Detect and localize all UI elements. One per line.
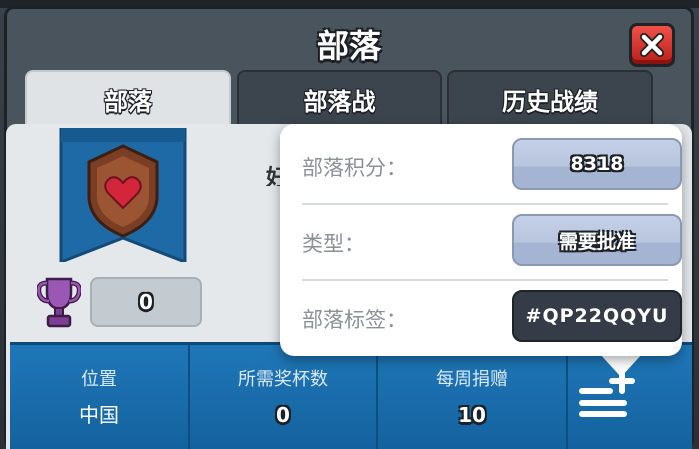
stat-location-value: 中国	[79, 403, 119, 427]
stat-required-trophies: 所需奖杯数 0	[190, 345, 378, 449]
stat-required-trophies-value: 0	[276, 403, 290, 427]
clan-tag-value: #QP22QQYU	[525, 305, 669, 327]
clan-details-popup: 部落积分： 8318 类型： 需要批准 部落标签： #QP22QQYU	[280, 124, 682, 356]
stat-weekly-donations: 每周捐赠 10	[378, 345, 568, 449]
stat-weekly-donations-value: 10	[458, 403, 486, 427]
stat-location-label: 位置	[81, 369, 117, 390]
tab-clan-label: 部落	[104, 88, 152, 116]
stat-required-trophies-label: 所需奖杯数	[238, 369, 328, 390]
type-pill: 需要批准	[512, 214, 682, 266]
clan-tag-pill[interactable]: #QP22QQYU	[512, 290, 682, 342]
popup-row-score: 部落积分： 8318	[298, 128, 682, 200]
close-icon	[640, 33, 664, 57]
type-label: 类型：	[302, 232, 365, 256]
popup-row-tag: 部落标签： #QP22QQYU	[298, 280, 682, 352]
clan-name: 好	[266, 166, 280, 186]
trophy-icon	[37, 277, 81, 328]
score-value: 8318	[570, 153, 624, 175]
tag-label: 部落标签：	[302, 308, 407, 332]
popup-row-type: 类型： 需要批准	[298, 204, 682, 276]
trophy-count-value: 0	[139, 290, 153, 314]
tab-clan[interactable]: 部落	[25, 70, 231, 128]
tab-clan-war[interactable]: 部落战	[237, 70, 442, 128]
tab-war-history[interactable]: 历史战绩	[447, 70, 653, 128]
trophy-count-box: 0	[90, 277, 202, 327]
stat-weekly-donations-label: 每周捐赠	[436, 369, 508, 390]
dialog-header: 部落	[7, 9, 691, 73]
tab-war-history-label: 历史战绩	[502, 88, 598, 116]
score-label: 部落积分：	[302, 156, 407, 180]
close-button[interactable]	[629, 23, 675, 67]
heart-shield-badge-icon[interactable]	[59, 128, 187, 262]
tab-clan-war-label: 部落战	[303, 88, 376, 116]
score-pill: 8318	[512, 138, 682, 190]
type-value: 需要批准	[558, 230, 635, 253]
dialog-title: 部落	[316, 27, 381, 65]
popup-pointer	[599, 353, 643, 377]
stat-location: 位置 中国	[10, 345, 190, 449]
